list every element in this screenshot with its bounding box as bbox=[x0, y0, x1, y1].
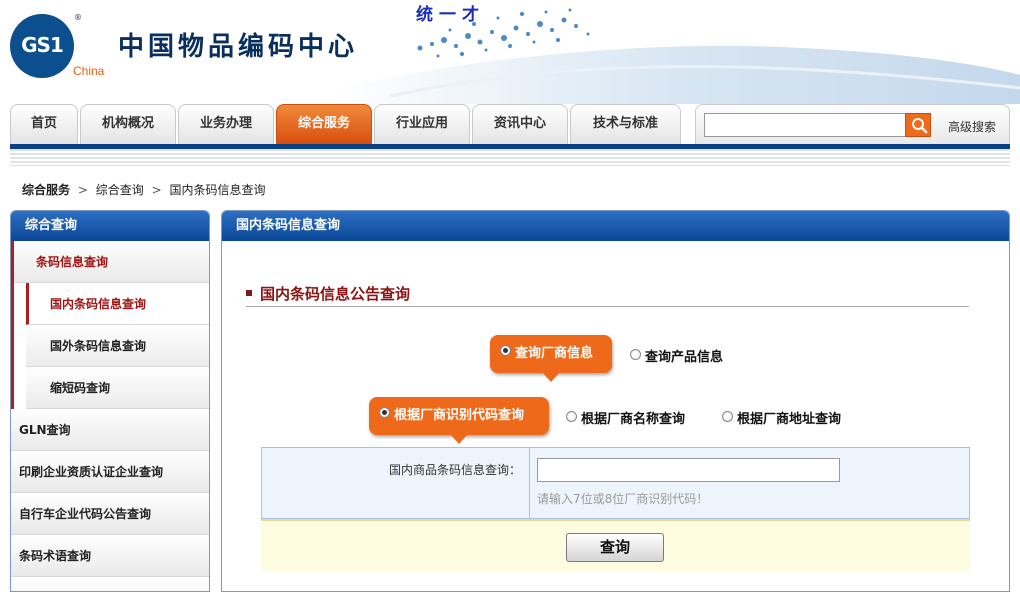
logo-region-label: China bbox=[73, 64, 105, 78]
gs1-logo[interactable]: GS1 bbox=[10, 14, 74, 78]
sidebar-item-glossary[interactable]: 条码术语查询 bbox=[11, 535, 209, 577]
radio-unchecked-icon[interactable] bbox=[630, 349, 641, 360]
sidebar-item-short-code[interactable]: 缩短码查询 bbox=[26, 367, 209, 409]
site-header: GS1 ® China 中国物品编码中心 统一才 bbox=[0, 0, 1020, 104]
search-button[interactable] bbox=[905, 113, 931, 137]
radio-checked-icon[interactable] bbox=[500, 345, 511, 356]
sidebar: 综合查询 条码信息查询 国内条码信息查询 国外条码信息查询 缩短码查询 GLN查… bbox=[10, 210, 210, 592]
submit-row: 查询 bbox=[261, 519, 970, 571]
sidebar-item-domestic-barcode[interactable]: 国内条码信息查询 bbox=[26, 283, 209, 325]
breadcrumb-separator: > bbox=[77, 183, 88, 197]
sidebar-group-barcode: 条码信息查询 国内条码信息查询 国外条码信息查询 缩短码查询 bbox=[11, 241, 209, 409]
radio-checked-icon[interactable] bbox=[379, 407, 390, 418]
advanced-search-link[interactable]: 高级搜索 bbox=[948, 118, 996, 135]
query-mode-address-label: 根据厂商地址查询 bbox=[737, 412, 842, 427]
breadcrumb: 综合服务 > 综合查询 > 国内条码信息查询 bbox=[22, 181, 265, 198]
logo-text: GS1 bbox=[21, 33, 64, 57]
sidebar-item-gln[interactable]: GLN查询 bbox=[11, 409, 209, 451]
section-title: 国内条码信息公告查询 bbox=[246, 283, 969, 307]
query-mode-address-option[interactable]: 根据厂商地址查询 bbox=[722, 408, 841, 427]
breadcrumb-services[interactable]: 综合服务 bbox=[22, 183, 70, 197]
nav-tab-business[interactable]: 业务办理 bbox=[178, 104, 274, 144]
query-form-row: 国内商品条码信息查询： 请输入7位或8位厂商识别代码！ bbox=[261, 447, 970, 519]
breadcrumb-query[interactable]: 综合查询 bbox=[96, 183, 144, 197]
radio-unchecked-icon[interactable] bbox=[722, 411, 733, 422]
query-field-hint: 请输入7位或8位厂商识别代码！ bbox=[537, 492, 709, 506]
main-nav: 首页 机构概况 业务办理 综合服务 行业应用 资讯中心 技术与标准 高级搜索 bbox=[10, 104, 1010, 144]
sidebar-title: 综合查询 bbox=[11, 211, 209, 241]
sidebar-item-more[interactable] bbox=[11, 577, 209, 591]
site-search-input[interactable] bbox=[704, 113, 906, 137]
query-submit-button[interactable]: 查询 bbox=[566, 533, 664, 562]
query-mode-name-label: 根据厂商名称查询 bbox=[581, 412, 686, 427]
company-code-input[interactable] bbox=[537, 458, 840, 482]
nav-tab-standards[interactable]: 技术与标准 bbox=[570, 104, 681, 144]
query-type-company-option[interactable]: 查询厂商信息 bbox=[490, 335, 612, 382]
query-mode-code-label: 根据厂商识别代码查询 bbox=[394, 408, 525, 423]
nav-tab-news[interactable]: 资讯中心 bbox=[472, 104, 568, 144]
organization-name: 中国物品编码中心 bbox=[118, 32, 359, 62]
logo-registered-mark: ® bbox=[74, 13, 82, 22]
header-slogan: 统一才 bbox=[416, 5, 485, 25]
sidebar-item-bicycle-code[interactable]: 自行车企业代码公告查询 bbox=[11, 493, 209, 535]
query-type-company-label: 查询厂商信息 bbox=[515, 346, 594, 361]
sidebar-item-foreign-barcode[interactable]: 国外条码信息查询 bbox=[26, 325, 209, 367]
breadcrumb-current: 国内条码信息查询 bbox=[169, 183, 266, 197]
query-mode-name-option[interactable]: 根据厂商名称查询 bbox=[566, 408, 685, 427]
radio-unchecked-icon[interactable] bbox=[566, 411, 577, 422]
nav-tab-services[interactable]: 综合服务 bbox=[276, 104, 372, 144]
breadcrumb-separator: > bbox=[151, 183, 162, 197]
query-field-label: 国内商品条码信息查询： bbox=[262, 448, 530, 518]
main-panel: 国内条码信息查询 国内条码信息公告查询 查询厂商信息 查询产品信息 根据厂商识别… bbox=[221, 210, 1010, 592]
query-type-product-option[interactable]: 查询产品信息 bbox=[630, 346, 723, 365]
sidebar-item-barcode-query[interactable]: 条码信息查询 bbox=[14, 241, 209, 283]
nav-search-area: 高级搜索 bbox=[695, 104, 1010, 144]
nav-stripes-decoration bbox=[10, 149, 1010, 166]
query-type-product-label: 查询产品信息 bbox=[645, 350, 724, 365]
panel-title: 国内条码信息查询 bbox=[222, 211, 1009, 241]
nav-tab-home[interactable]: 首页 bbox=[10, 104, 78, 144]
query-mode-code-option[interactable]: 根据厂商识别代码查询 bbox=[369, 397, 549, 444]
square-bullet-icon bbox=[246, 289, 252, 296]
search-icon bbox=[912, 118, 928, 134]
section-title-text: 国内条码信息公告查询 bbox=[260, 285, 411, 303]
nav-tab-about[interactable]: 机构概况 bbox=[80, 104, 176, 144]
sidebar-item-printing-cert[interactable]: 印刷企业资质认证企业查询 bbox=[11, 451, 209, 493]
nav-tab-industry[interactable]: 行业应用 bbox=[374, 104, 470, 144]
